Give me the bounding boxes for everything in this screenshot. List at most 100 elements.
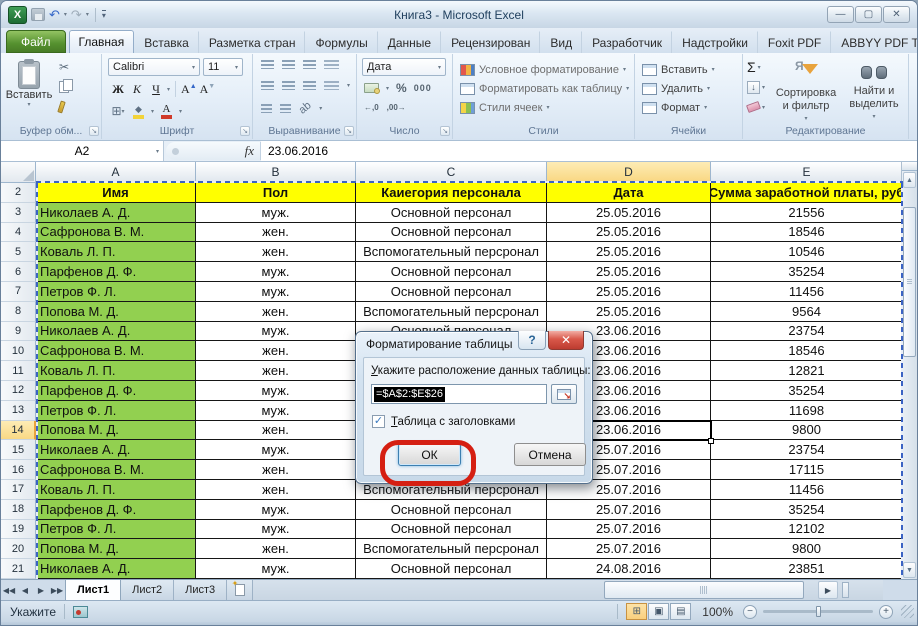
number-dialog-launcher-icon[interactable]: ↘ (440, 126, 450, 136)
cell-C20[interactable]: Вспомогательный персронал (356, 539, 547, 559)
cell-C7[interactable]: Основной персонал (356, 282, 547, 302)
cell-D19[interactable]: 25.07.2016 (547, 520, 711, 540)
underline-button[interactable]: Ч (148, 81, 164, 97)
cell-A18[interactable]: Парфенов Д. Ф. (36, 500, 196, 520)
insert-cells-button[interactable]: Вставить▾ (637, 60, 740, 79)
horizontal-scroll-thumb[interactable] (604, 581, 804, 599)
fill-color-button[interactable]: ◆ (133, 104, 144, 119)
cell-B2[interactable]: Пол (196, 183, 356, 203)
last-sheet-button[interactable]: ▶▶ (49, 580, 65, 600)
tab-Разметка стран[interactable]: Разметка стран (199, 31, 306, 53)
align-center-button[interactable] (282, 81, 295, 90)
cell-E17[interactable]: 11456 (711, 480, 903, 500)
row-header-11[interactable]: 11 (1, 361, 36, 381)
align-middle-button[interactable] (282, 60, 295, 69)
shrink-font-button[interactable]: А▼ (200, 82, 216, 97)
tab-split-handle[interactable] (842, 582, 849, 598)
align-left-button[interactable] (261, 81, 274, 90)
find-select-button[interactable]: Найти и выделить▾ (841, 58, 907, 128)
row-header-5[interactable]: 5 (1, 242, 36, 262)
column-header-E[interactable]: E (711, 162, 903, 183)
zoom-in-button[interactable]: + (879, 605, 893, 619)
cell-A20[interactable]: Попова М. Д. (36, 539, 196, 559)
cell-D18[interactable]: 25.07.2016 (547, 500, 711, 520)
cell-A2[interactable]: Имя (36, 183, 196, 203)
column-header-C[interactable]: C (356, 162, 547, 183)
cell-A17[interactable]: Коваль Л. П. (36, 480, 196, 500)
merge-center-button[interactable] (324, 81, 339, 90)
cell-D21[interactable]: 24.08.2016 (547, 559, 711, 579)
cell-B12[interactable]: муж. (196, 381, 356, 401)
insert-function-button[interactable]: fx (245, 143, 254, 159)
sheet-tab-Лист1[interactable]: Лист1 (65, 580, 121, 600)
cell-B3[interactable]: муж. (196, 203, 356, 223)
tab-Разработчик[interactable]: Разработчик (582, 31, 672, 53)
font-family-select[interactable]: Calibri▾ (108, 58, 200, 76)
cell-A7[interactable]: Петров Ф. Л. (36, 282, 196, 302)
clipboard-dialog-launcher-icon[interactable]: ↘ (89, 126, 99, 136)
dialog-close-button[interactable]: ✕ (548, 331, 584, 350)
format-as-table-button[interactable]: Форматировать как таблицу▾ (455, 79, 632, 98)
cell-D8[interactable]: 25.05.2016 (547, 302, 711, 322)
cell-E3[interactable]: 21556 (711, 203, 903, 223)
number-format-select[interactable]: Дата▾ (362, 58, 446, 76)
cell-E21[interactable]: 23851 (711, 559, 903, 579)
row-header-14[interactable]: 14 (1, 421, 36, 441)
formula-input[interactable]: 23.06.2016 (261, 141, 917, 161)
cell-E10[interactable]: 18546 (711, 341, 903, 361)
cell-B4[interactable]: жен. (196, 223, 356, 243)
tab-ABBYY PDF Trar[interactable]: ABBYY PDF Trar (831, 31, 918, 53)
row-header-15[interactable]: 15 (1, 440, 36, 460)
alignment-dialog-launcher-icon[interactable]: ↘ (344, 126, 354, 136)
cell-B5[interactable]: жен. (196, 242, 356, 262)
tab-Данные[interactable]: Данные (378, 31, 441, 53)
row-header-2[interactable]: 2 (1, 183, 36, 203)
paste-button[interactable]: Вставить ▾ (6, 58, 52, 124)
cell-A15[interactable]: Николаев А. Д. (36, 440, 196, 460)
cell-B7[interactable]: муж. (196, 282, 356, 302)
cell-E8[interactable]: 9564 (711, 302, 903, 322)
cell-B19[interactable]: муж. (196, 520, 356, 540)
next-sheet-button[interactable]: ▶ (33, 580, 49, 600)
tab-Рецензирован[interactable]: Рецензирован (441, 31, 540, 53)
name-box-dropdown-icon[interactable]: ▾ (156, 148, 159, 155)
underline-dropdown-icon[interactable]: ▾ (167, 86, 170, 93)
cell-B8[interactable]: жен. (196, 302, 356, 322)
zoom-slider-thumb[interactable] (816, 606, 821, 617)
orientation-button[interactable]: ab (297, 99, 314, 116)
delete-cells-button[interactable]: Удалить▾ (637, 79, 740, 98)
row-header-20[interactable]: 20 (1, 539, 36, 559)
vertical-scroll-thumb[interactable] (903, 207, 916, 357)
select-all-corner[interactable] (1, 162, 36, 183)
cell-A16[interactable]: Сафронова В. М. (36, 460, 196, 480)
cell-B11[interactable]: жен. (196, 361, 356, 381)
sheet-tab-Лист3[interactable]: Лист3 (174, 580, 227, 600)
cell-C5[interactable]: Вспомогательный персронал (356, 242, 547, 262)
vertical-scrollbar[interactable]: ▲ ▼ (901, 162, 917, 579)
zoom-out-button[interactable]: − (743, 605, 757, 619)
row-header-10[interactable]: 10 (1, 341, 36, 361)
cell-C8[interactable]: Вспомогательный персронал (356, 302, 547, 322)
cell-A13[interactable]: Петров Ф. Л. (36, 401, 196, 421)
borders-button[interactable]: ⊞▾ (110, 103, 126, 119)
cell-E18[interactable]: 35254 (711, 500, 903, 520)
cell-A21[interactable]: Николаев А. Д. (36, 559, 196, 579)
cell-A3[interactable]: Николаев А. Д. (36, 203, 196, 223)
cell-C4[interactable]: Основной персонал (356, 223, 547, 243)
cell-A4[interactable]: Сафронова В. М. (36, 223, 196, 243)
column-header-D[interactable]: D (547, 162, 711, 183)
ok-button[interactable]: ОК (398, 443, 461, 466)
cell-B6[interactable]: муж. (196, 262, 356, 282)
cell-A8[interactable]: Попова М. Д. (36, 302, 196, 322)
cell-D4[interactable]: 25.05.2016 (547, 223, 711, 243)
undo-icon[interactable]: ↶ (49, 8, 60, 21)
copy-button[interactable]: ▾ (59, 80, 77, 94)
cell-E15[interactable]: 23754 (711, 440, 903, 460)
macro-record-button[interactable] (73, 606, 88, 618)
conditional-formatting-button[interactable]: Условное форматирование▾ (455, 60, 632, 79)
row-header-19[interactable]: 19 (1, 520, 36, 540)
row-header-4[interactable]: 4 (1, 223, 36, 243)
tab-Вставка[interactable]: Вставка (134, 31, 199, 53)
cell-A11[interactable]: Коваль Л. П. (36, 361, 196, 381)
cell-C6[interactable]: Основной персонал (356, 262, 547, 282)
